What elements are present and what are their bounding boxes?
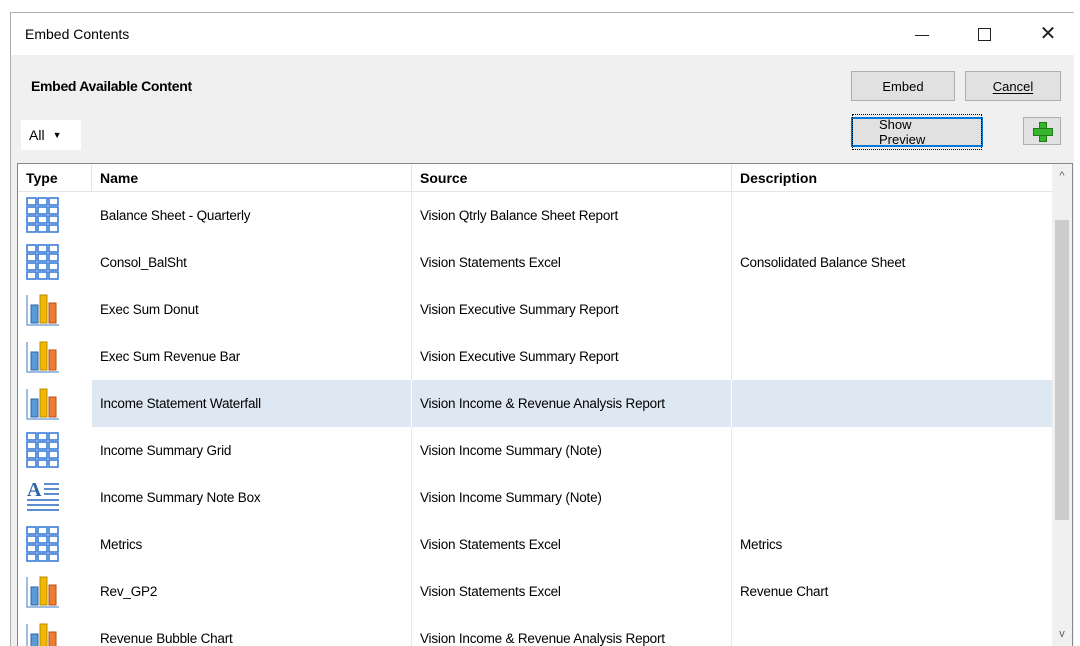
name-cell: Balance Sheet - Quarterly [92,192,412,239]
name-cell: Income Summary Grid [92,427,412,474]
close-button[interactable]: ✕ [1025,13,1071,55]
maximize-button[interactable] [961,13,1007,55]
description-cell [732,474,1054,521]
name-cell: Revenue Bubble Chart [92,615,412,646]
table-row[interactable]: Exec Sum Revenue Bar Vision Executive Su… [18,333,1054,380]
source-cell: Vision Qtrly Balance Sheet Report [412,192,732,239]
source-cell: Vision Statements Excel [412,239,732,286]
type-cell [18,380,92,427]
description-cell [732,192,1054,239]
source-cell: Vision Executive Summary Report [412,286,732,333]
bar-chart-icon [26,388,59,420]
table-row[interactable]: Income Summary Grid Vision Income Summar… [18,427,1054,474]
embed-button[interactable]: Embed [851,71,955,101]
show-preview-button[interactable]: Show Preview [851,114,983,150]
scroll-up-icon[interactable]: ^ [1052,166,1072,186]
type-cell [18,568,92,615]
description-cell: Metrics [740,537,783,552]
vertical-scrollbar[interactable]: ^ v [1052,164,1072,646]
minimize-icon [915,34,929,36]
name-cell: Rev_GP2 [92,568,412,615]
table-body: Balance Sheet - Quarterly Vision Qtrly B… [18,192,1054,646]
type-cell [18,615,92,646]
bar-chart-icon [26,294,59,326]
type-cell [18,239,92,286]
table-row[interactable]: Balance Sheet - Quarterly Vision Qtrly B… [18,192,1054,239]
source-cell: Vision Income Summary (Note) [412,427,732,474]
chevron-down-icon: ▼ [52,130,62,140]
name-cell: Exec Sum Revenue Bar [92,333,412,380]
table-row[interactable]: Metrics Vision Statements Excel Metrics [18,521,1054,568]
table-row[interactable]: Consol_BalSht Vision Statements Excel Co… [18,239,1054,286]
description-cell [732,427,1054,474]
table-row[interactable]: Exec Sum Donut Vision Executive Summary … [18,286,1054,333]
type-cell [18,427,92,474]
section-title: Embed Available Content [31,78,192,94]
show-preview-label: Show Preview [852,114,982,150]
grid-icon [26,244,59,280]
description-cell: Consolidated Balance Sheet [740,255,906,270]
type-cell [18,192,92,239]
filter-value: All [29,127,45,143]
table-row[interactable]: Revenue Bubble Chart Vision Income & Rev… [18,615,1054,646]
column-header-source[interactable]: Source [412,164,732,192]
source-cell: Vision Income Summary (Note) [412,474,732,521]
column-header-name[interactable]: Name [92,164,412,192]
description-cell: Revenue Chart [740,584,829,599]
description-cell [732,333,1054,380]
source-cell: Vision Statements Excel [412,568,732,615]
minimize-button[interactable] [899,13,945,55]
grid-icon [26,526,59,562]
title-bar: Embed Contents ✕ [11,13,1074,55]
name-cell: Consol_BalSht [92,239,412,286]
column-header-description[interactable]: Description [732,164,1054,192]
add-content-button[interactable] [1023,117,1061,145]
scrollbar-thumb[interactable] [1055,220,1069,520]
source-cell: Vision Statements Excel [412,521,732,568]
source-cell: Vision Income & Revenue Analysis Report [412,615,732,646]
description-cell [732,615,1054,646]
bar-chart-icon [26,341,59,373]
grid-icon [26,197,59,233]
cancel-label: Cancel [992,78,1034,94]
type-cell [18,521,92,568]
bar-chart-icon [26,623,57,646]
type-cell [18,333,92,380]
type-filter-dropdown[interactable]: All ▼ [21,120,81,150]
type-cell [18,286,92,333]
close-icon: ✕ [1039,23,1057,45]
description-cell [732,380,1054,427]
svg-text:A: A [27,479,42,501]
embed-contents-dialog: Embed Contents ✕ Embed Available Content… [10,12,1074,646]
plus-icon [1033,122,1053,142]
type-cell: A [18,474,92,521]
source-cell: Vision Income & Revenue Analysis Report [412,380,732,427]
scroll-down-icon[interactable]: v [1052,624,1072,644]
table-row[interactable]: A Income Summary Note Box Vision Income … [18,474,1054,521]
maximize-icon [977,27,991,41]
table-row[interactable]: Income Statement Waterfall Vision Income… [18,380,1054,427]
table-header: Type Name Source Description [18,164,1054,192]
description-cell [732,286,1054,333]
grid-icon [26,432,59,468]
table-row[interactable]: Rev_GP2 Vision Statements Excel Revenue … [18,568,1054,615]
column-header-type[interactable]: Type [18,164,92,192]
name-cell: Income Summary Note Box [92,474,412,521]
name-cell: Metrics [92,521,412,568]
window-title: Embed Contents [25,26,130,42]
source-cell: Vision Executive Summary Report [412,333,732,380]
text-box-icon: A [27,479,59,511]
name-cell: Exec Sum Donut [92,286,412,333]
bar-chart-icon [26,576,59,608]
cancel-button[interactable]: Cancel [965,71,1061,101]
content-table: Type Name Source Description Balance She… [17,163,1073,646]
name-cell: Income Statement Waterfall [92,380,412,427]
